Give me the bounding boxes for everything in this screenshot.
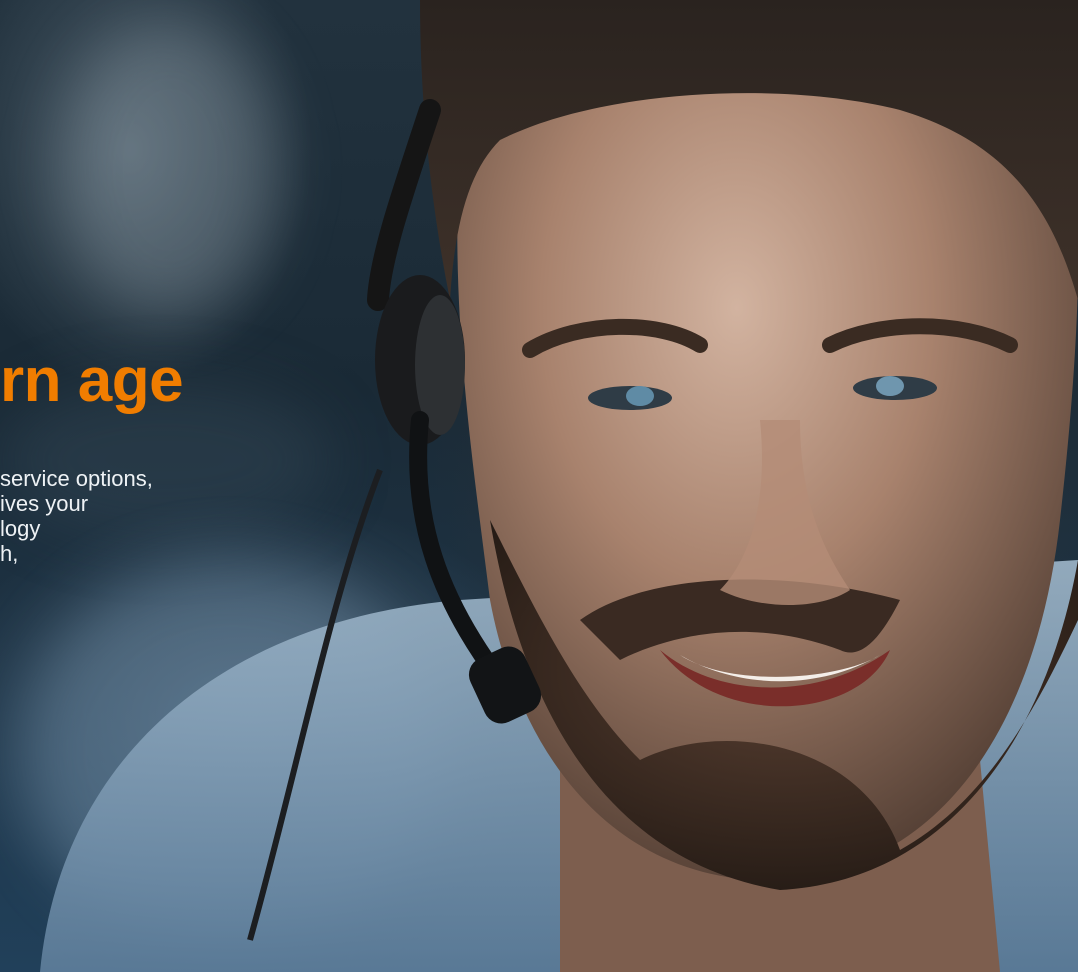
hero-description-line: service options, (0, 466, 153, 491)
hero-banner: rn age service options, ives your logy h… (0, 0, 1078, 972)
hero-headline: rn age (0, 346, 184, 415)
hero-description-line: logy (0, 516, 41, 541)
hero-description: service options, ives your logy h, (0, 466, 300, 566)
hero-description-line: h, (0, 541, 19, 566)
hero-description-line: ives your (0, 491, 89, 516)
